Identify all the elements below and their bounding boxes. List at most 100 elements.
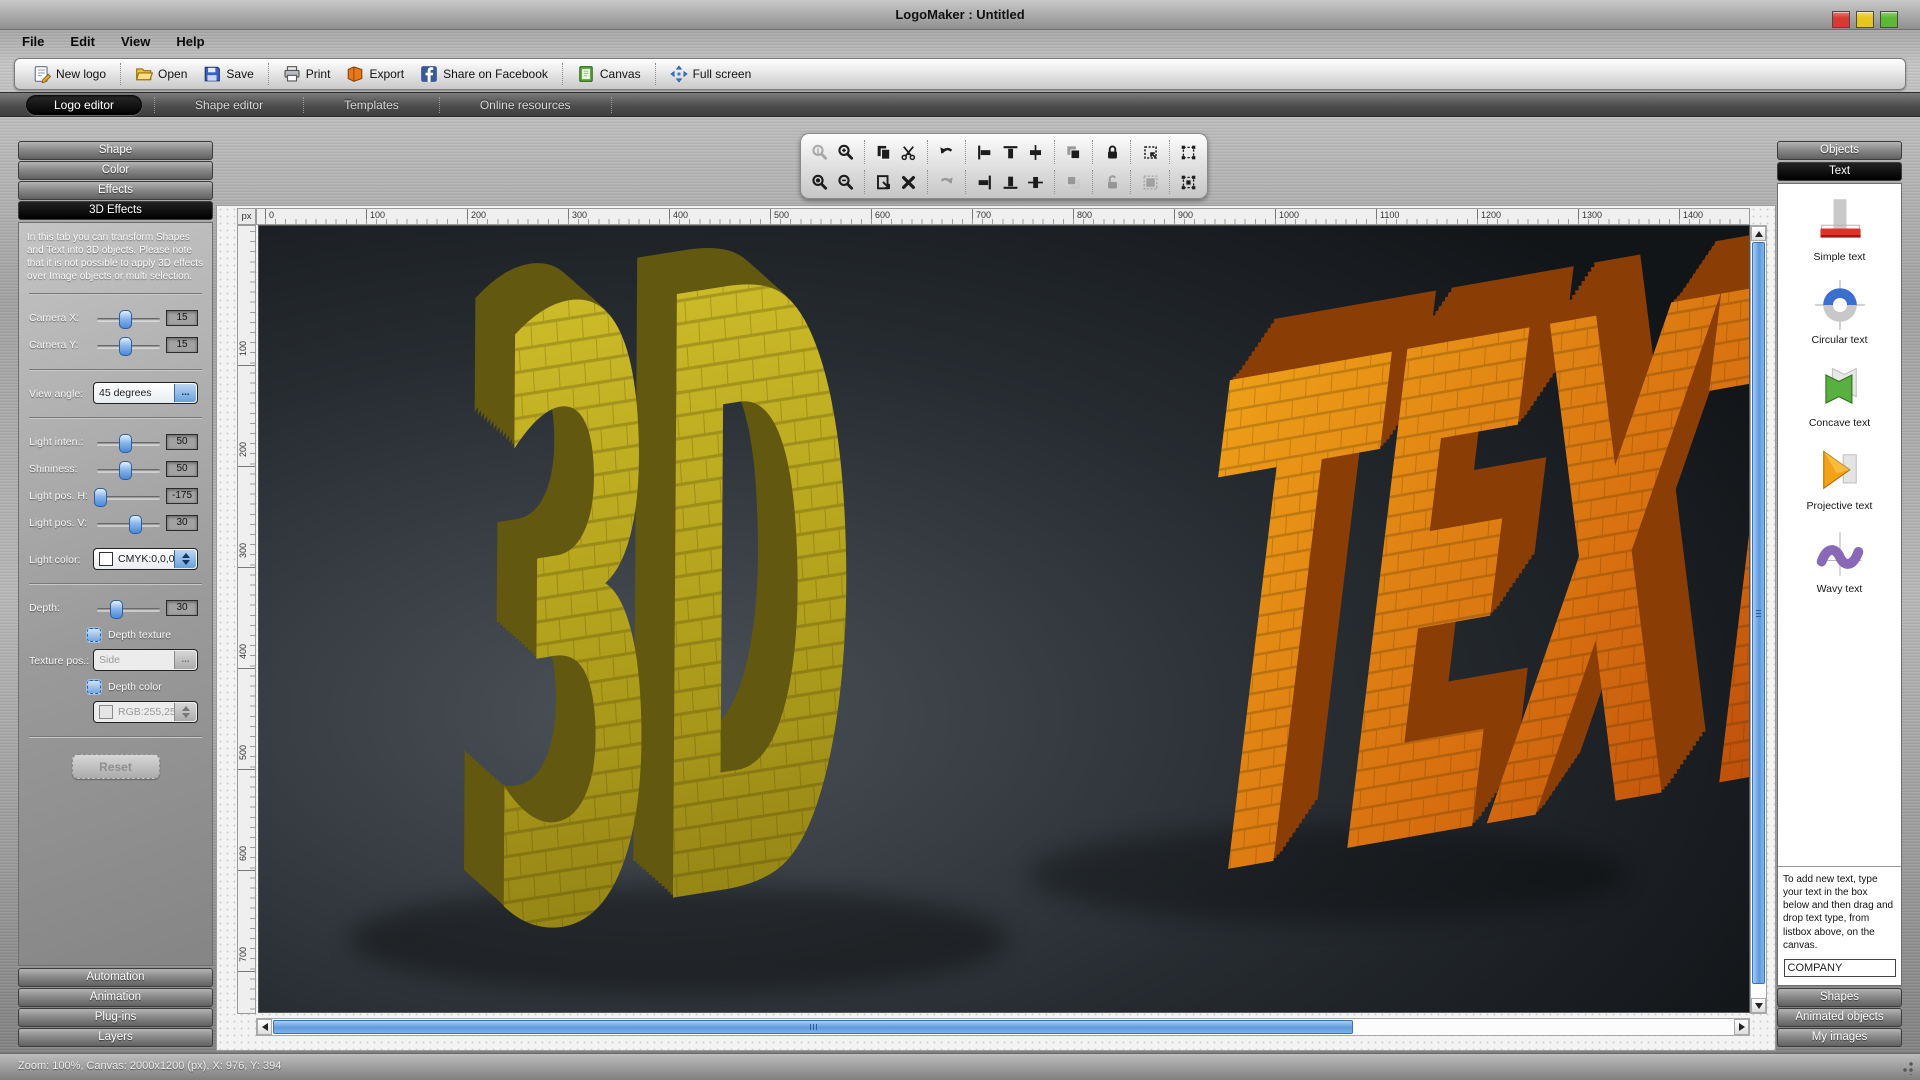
scroll-up-button[interactable] (1751, 226, 1766, 241)
slider-value[interactable]: 30 (166, 600, 198, 616)
reset-button[interactable]: Reset (71, 754, 160, 779)
right-section-animated-objects[interactable]: Animated objects (1777, 1008, 1902, 1027)
zoom-out-button[interactable] (832, 169, 857, 195)
left-section-layers[interactable]: Layers (18, 1028, 213, 1047)
horizontal-scroll-thumb[interactable] (273, 1020, 1353, 1034)
horizontal-scrollbar[interactable] (256, 1018, 1750, 1036)
texture-pos-dropdown[interactable]: Side ... (93, 649, 198, 671)
toolbar-button-new-logo[interactable]: New logo (25, 62, 114, 86)
left-section-effects[interactable]: Effects (18, 181, 213, 200)
3d-word-yellow[interactable] (425, 225, 877, 1013)
slider-value[interactable]: 30 (166, 515, 198, 531)
align-left-button[interactable] (972, 139, 997, 165)
align-middle-v-button[interactable] (1023, 169, 1048, 195)
toolbar-button-full-screen[interactable]: Full screen (662, 62, 760, 86)
slider-value[interactable]: -175 (166, 488, 198, 504)
depth-color-checkbox[interactable] (87, 680, 101, 694)
toolbar-button-open[interactable]: Open (127, 62, 195, 86)
slider-thumb[interactable] (119, 337, 133, 356)
canvas-artboard[interactable]: 3D TEXT (258, 225, 1750, 1013)
slider-thumb[interactable] (109, 600, 123, 619)
align-top-button[interactable] (998, 139, 1023, 165)
slider-value[interactable]: 15 (166, 310, 198, 326)
toolbar-button-export[interactable]: Export (338, 62, 412, 86)
slider-track[interactable] (97, 461, 160, 480)
delete-button[interactable] (896, 169, 921, 195)
close-button[interactable] (1832, 11, 1850, 28)
zoom-in-button[interactable] (832, 139, 857, 165)
slider-thumb[interactable] (119, 434, 133, 453)
lock-button[interactable] (1099, 139, 1124, 165)
scroll-right-button[interactable] (1734, 1019, 1749, 1035)
object-item-concave-text[interactable]: Concave text (1778, 350, 1901, 433)
toolbar-button-share-on-facebook[interactable]: Share on Facebook (412, 62, 556, 86)
depth-color-checkbox-row[interactable]: Depth color (87, 680, 206, 694)
bring-to-front-button[interactable] (1061, 139, 1086, 165)
view-angle-more-button[interactable]: ... (174, 384, 196, 402)
slider-track[interactable] (97, 310, 160, 329)
new-text-input[interactable] (1783, 959, 1896, 977)
left-section-automation[interactable]: Automation (18, 968, 213, 987)
text-section-header[interactable]: Text (1777, 162, 1902, 181)
menu-edit[interactable]: Edit (70, 34, 95, 55)
minimize-button[interactable] (1856, 11, 1874, 28)
object-item-circular-text[interactable]: Circular text (1778, 267, 1901, 350)
cut-button[interactable] (896, 139, 921, 165)
tab-online-resources[interactable]: Online resources (452, 95, 599, 115)
toolbar-button-canvas[interactable]: Canvas (569, 62, 649, 86)
toolbar-button-print[interactable]: Print (275, 62, 339, 86)
copy-button[interactable] (871, 139, 896, 165)
fit-selection-button[interactable] (1176, 169, 1201, 195)
texture-pos-more-button[interactable]: ... (174, 651, 196, 669)
align-bottom-button[interactable] (998, 169, 1023, 195)
objects-header[interactable]: Objects (1777, 141, 1902, 160)
slider-thumb[interactable] (119, 461, 133, 480)
toolbar-button-save[interactable]: Save (195, 62, 261, 86)
align-center-h-button[interactable] (1023, 139, 1048, 165)
slider-track[interactable] (97, 337, 160, 356)
undo-button[interactable] (934, 139, 959, 165)
vertical-scroll-thumb[interactable] (1752, 242, 1765, 984)
slider-track[interactable] (97, 515, 160, 534)
depth-texture-checkbox[interactable] (87, 628, 101, 642)
tab-templates[interactable]: Templates (316, 95, 427, 115)
vertical-scrollbar[interactable] (1750, 225, 1767, 1014)
depth-texture-checkbox-row[interactable]: Depth texture (87, 628, 206, 642)
align-right-button[interactable] (972, 169, 997, 195)
scroll-left-button[interactable] (257, 1019, 272, 1035)
light-color-spinner[interactable] (174, 550, 196, 568)
left-section-animation[interactable]: Animation (18, 988, 213, 1007)
crop-button[interactable] (1137, 139, 1162, 165)
slider-track[interactable] (97, 434, 160, 453)
left-section-3d-effects[interactable]: 3D Effects (18, 201, 213, 220)
left-section-color[interactable]: Color (18, 161, 213, 180)
object-item-projective-text[interactable]: Projective text (1778, 433, 1901, 516)
tab-logo-editor[interactable]: Logo editor (26, 94, 143, 115)
depth-color-spinner[interactable] (174, 703, 196, 721)
slider-value[interactable]: 50 (166, 434, 198, 450)
left-section-plug-ins[interactable]: Plug-ins (18, 1008, 213, 1027)
menu-file[interactable]: File (22, 34, 44, 55)
slider-thumb[interactable] (128, 515, 142, 534)
paste-button[interactable] (871, 169, 896, 195)
maximize-button[interactable] (1880, 11, 1898, 28)
slider-thumb[interactable] (93, 488, 107, 507)
zoom-100-button[interactable] (807, 169, 832, 195)
scroll-down-button[interactable] (1751, 998, 1766, 1013)
menu-view[interactable]: View (121, 34, 150, 55)
light-color-dropdown[interactable]: CMYK:0,0,0,0 (93, 548, 198, 570)
object-item-wavy-text[interactable]: Wavy text (1778, 516, 1901, 599)
slider-track[interactable] (97, 600, 160, 619)
3d-word-orange[interactable] (1177, 225, 1750, 1013)
view-angle-dropdown[interactable]: 45 degrees ... (93, 382, 198, 404)
object-item-simple-text[interactable]: Simple text (1778, 184, 1901, 267)
select-transform-button[interactable] (1176, 139, 1201, 165)
right-section-my-images[interactable]: My images (1777, 1028, 1902, 1047)
slider-value[interactable]: 50 (166, 461, 198, 477)
slider-track[interactable] (93, 488, 160, 507)
resize-grip[interactable] (1900, 1061, 1914, 1075)
right-section-shapes[interactable]: Shapes (1777, 988, 1902, 1007)
depth-color-dropdown[interactable]: RGB:255,255,25 (93, 701, 198, 723)
slider-thumb[interactable] (119, 310, 133, 329)
slider-value[interactable]: 15 (166, 337, 198, 353)
